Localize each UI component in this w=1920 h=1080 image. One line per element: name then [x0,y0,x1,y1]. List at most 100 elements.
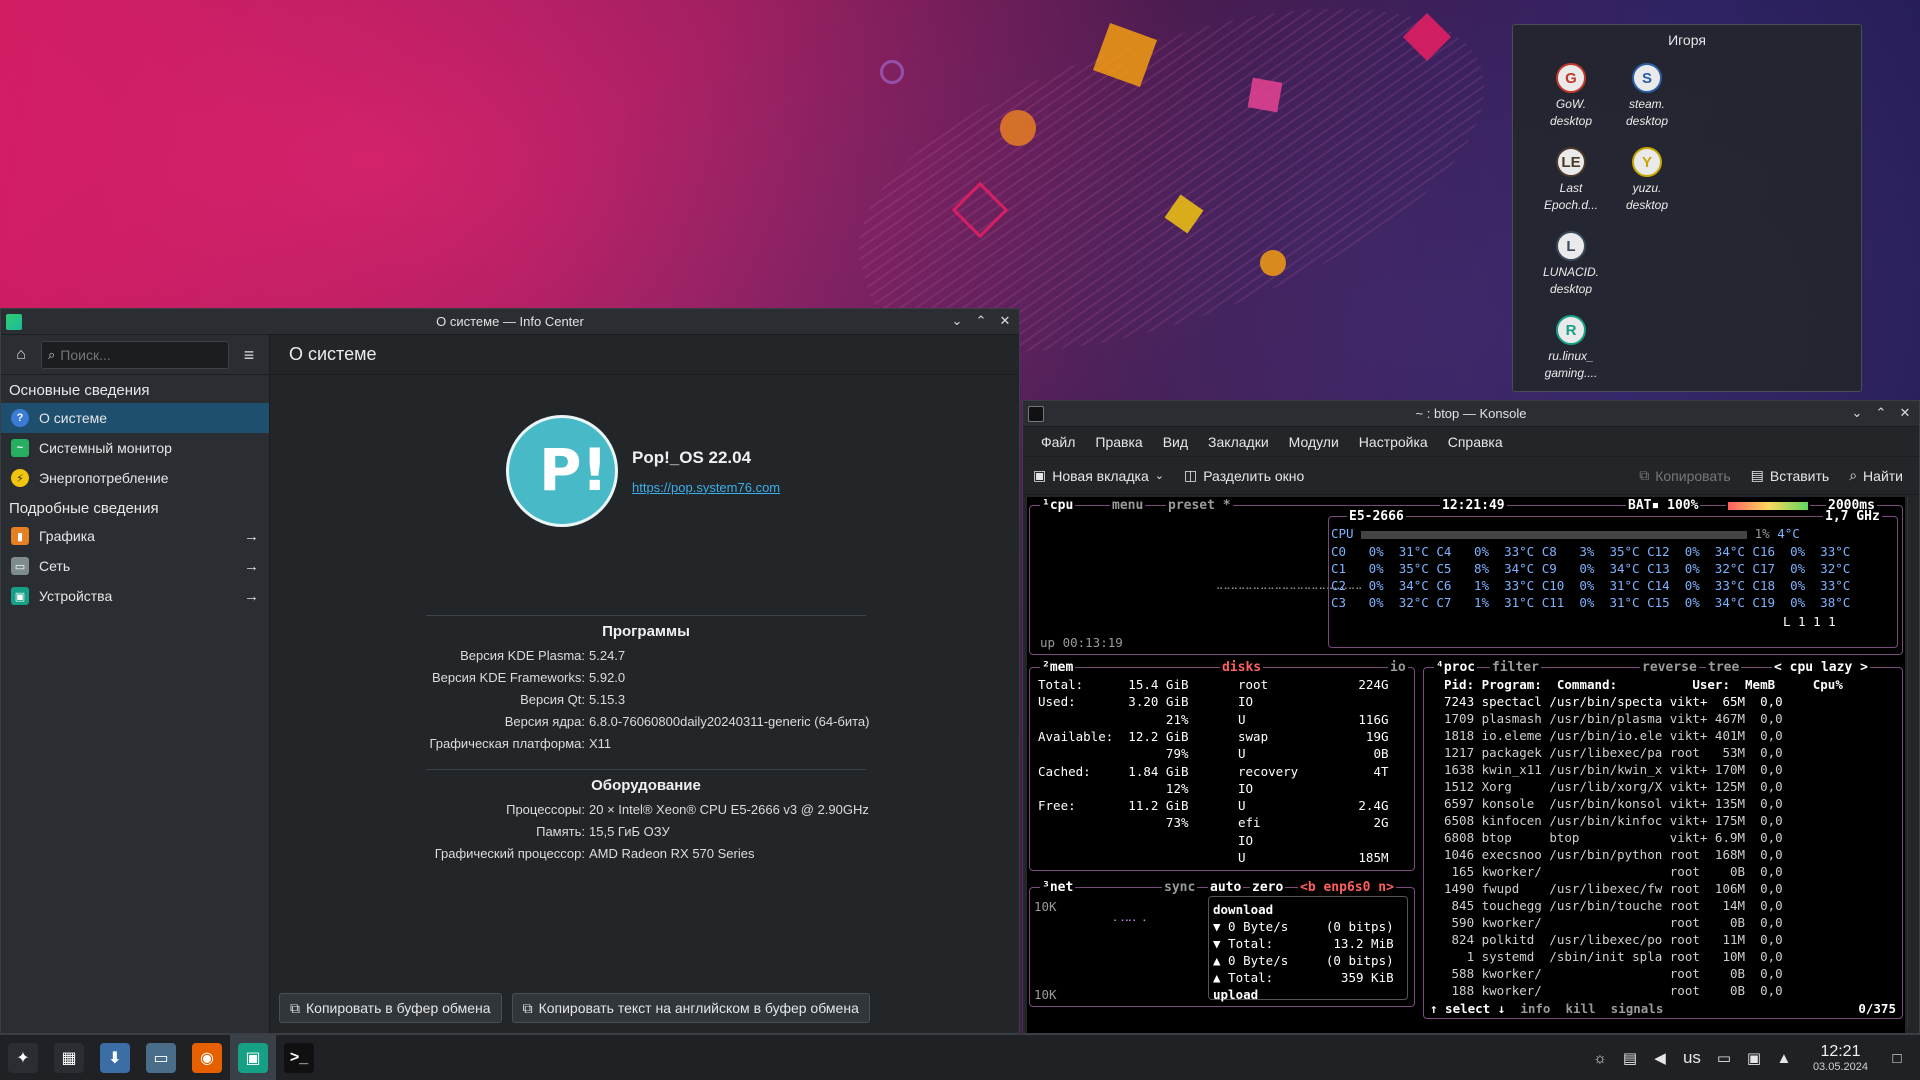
net-row: upload [1213,987,1259,1002]
terminal-scrollbar[interactable] [1907,497,1917,1029]
minimize-icon[interactable]: ⌄ [949,313,965,329]
proc-reverse[interactable]: reverse [1640,660,1699,675]
menu-plugins[interactable]: Модули [1279,434,1349,450]
show-desktop-icon[interactable]: □ [1886,1047,1908,1069]
proc-row[interactable]: 1 systemd /sbin/init spla root 10M 0,0 [1444,948,1783,965]
infocenter-button[interactable]: ▣ [230,1034,276,1080]
proc-row[interactable]: 1046 execsnoo /usr/bin/python root 168M … [1444,846,1783,863]
konsole-window[interactable]: ~ : btop — Konsole ⌄ ⌃ ✕ Файл Правка Вид… [1022,400,1920,1034]
copy-english-button[interactable]: ⧉ Копировать текст на английском в буфер… [511,993,870,1023]
menu-view[interactable]: Вид [1153,434,1198,450]
proc-signals[interactable]: signals [1611,1001,1664,1016]
proc-row[interactable]: 845 touchegg /usr/bin/touche root 14M 0,… [1444,897,1783,914]
sidebar-item-about[interactable]: ? О системе [1,403,269,433]
discover-button[interactable]: ⬇ [92,1035,138,1080]
menu-help[interactable]: Справка [1438,434,1513,450]
digital-clock[interactable]: 12:21 03.05.2024 [1803,1043,1878,1073]
folder-item[interactable]: LE Last Epoch.d... [1533,143,1609,223]
konsole-button[interactable]: >_ [276,1035,322,1080]
keyboard-layout[interactable]: us [1679,1048,1705,1068]
infocenter-titlebar[interactable]: О системе — Info Center ⌄ ⌃ ✕ [1,309,1019,335]
proc-row[interactable]: 6597 konsole /usr/bin/konsol vikt+ 135M … [1444,795,1783,812]
pager-button[interactable]: ▦ [46,1035,92,1080]
home-icon[interactable]: ⌂ [9,343,33,367]
proc-row[interactable]: 1638 kwin_x11 /usr/bin/kwin_x vikt+ 170M… [1444,761,1783,778]
folder-item[interactable]: L LUNACID. desktop [1533,227,1609,307]
folder-grid: G GoW. desktop Ssteam. desktop LE Last Epoch… [1533,59,1685,391]
sidebar-item-network[interactable]: ▭ Сеть → [1,551,269,581]
proc-info[interactable]: info [1520,1001,1550,1016]
proc-tree[interactable]: tree [1706,660,1742,675]
search-input[interactable] [60,346,211,363]
cores-row: C2 0% 34°C C6 1% 33°C C10 0% 31°C C14 0%… [1331,578,1851,593]
net-interface[interactable]: <b enp6s0 n> [1298,880,1396,895]
proc-select[interactable]: ↑ select ↓ [1430,1001,1505,1016]
sidebar-item-graphics[interactable]: ▮ Графика → [1,521,269,551]
folder-item[interactable]: G GoW. desktop [1533,59,1609,139]
menu-settings[interactable]: Настройка [1349,434,1438,450]
cpu-icon[interactable]: ▣ [1743,1047,1765,1069]
folder-item[interactable]: Rru.linux_ gaming.... [1533,311,1609,391]
net-sync[interactable]: sync [1162,880,1198,895]
new-tab-button[interactable]: ▣ Новая вкладка ⌄ [1023,467,1174,484]
maximize-icon[interactable]: ⌃ [973,313,989,329]
row-key: Версия Qt: [520,691,585,707]
menu-file[interactable]: Файл [1031,434,1085,450]
maximize-icon[interactable]: ⌃ [1873,405,1889,421]
konsole-titlebar[interactable]: ~ : btop — Konsole ⌄ ⌃ ✕ [1023,401,1919,427]
clipboard-icon[interactable]: ▤ [1619,1047,1641,1069]
copy-button[interactable]: ⧉ Копировать в буфер обмена [279,993,502,1023]
hamburger-menu-icon[interactable]: ≡ [237,343,261,367]
menu-edit[interactable]: Правка [1085,434,1152,450]
close-icon[interactable]: ✕ [997,313,1013,329]
sidebar-item-energy[interactable]: ⚡ Энергопотребление [1,463,269,493]
proc-kill[interactable]: kill [1566,1001,1596,1016]
terminal-area[interactable]: ¹cpu menu preset * 12:21:49 BAT▪ 100% 20… [1027,497,1905,1033]
split-view-button[interactable]: ◫ Разделить окно [1174,467,1314,484]
folder-item[interactable]: Yyuzu. desktop [1609,143,1685,223]
proc-row[interactable]: 6508 kinfocen /usr/bin/kinfoc vikt+ 175M… [1444,812,1783,829]
distro-url-link[interactable]: https://pop.system76.com [632,480,780,495]
proc-row[interactable]: 588 kworker/ root 0B 0,0 [1444,965,1783,982]
proc-row[interactable]: 590 kworker/ root 0B 0,0 [1444,914,1783,931]
find-button[interactable]: ⌕ Найти [1839,467,1913,484]
proc-row[interactable]: 6808 btop btop vikt+ 6.9M 0,0 [1444,829,1783,846]
proc-sort-mode[interactable]: < cpu lazy > [1772,660,1870,675]
net-zero[interactable]: zero [1250,880,1286,895]
proc-row[interactable]: 1490 fwupd /usr/libexec/fw root 106M 0,0 [1444,880,1783,897]
close-icon[interactable]: ✕ [1897,405,1913,421]
tray-expand-icon[interactable]: ▲ [1773,1047,1795,1069]
sidebar-item-system-monitor[interactable]: ~ Системный монитор [1,433,269,463]
proc-row[interactable]: 1512 Xorg /usr/lib/xorg/X vikt+ 125M 0,0 [1444,778,1783,795]
proc-row[interactable]: 188 kworker/ root 0B 0,0 [1444,982,1783,999]
copy-button[interactable]: ⧉ Копировать [1629,467,1740,484]
gow-icon: G [1556,63,1586,93]
proc-filter[interactable]: filter [1490,660,1541,675]
search-field[interactable]: ⌕ [41,340,229,369]
menu-bookmarks[interactable]: Закладки [1198,434,1279,450]
sidebar-item-devices[interactable]: ▣ Устройства → [1,581,269,611]
folder-item[interactable]: Ssteam. desktop [1609,59,1685,139]
proc-row[interactable]: 1818 io.eleme /usr/bin/io.ele vikt+ 401M… [1444,727,1783,744]
volume-icon[interactable]: ◀ [1649,1047,1671,1069]
infocenter-window[interactable]: О системе — Info Center ⌄ ⌃ ✕ ⌂ ⌕ ≡ Осно… [0,308,1020,1034]
proc-row[interactable]: 165 kworker/ root 0B 0,0 [1444,863,1783,880]
preset-label[interactable]: preset * [1166,498,1233,513]
proc-row[interactable]: 7243 spectacl /usr/bin/specta vikt+ 65M … [1444,693,1783,710]
proc-row[interactable]: 1709 plasmash /usr/bin/plasma vikt+ 467M… [1444,710,1783,727]
launcher-button[interactable]: ✦ [0,1035,46,1080]
net-auto[interactable]: auto [1208,880,1244,895]
proc-row[interactable]: 1217 packagek /usr/libexec/pa root 53M 0… [1444,744,1783,761]
separator [426,769,866,770]
minimize-icon[interactable]: ⌄ [1849,405,1865,421]
display-icon[interactable]: ▭ [1713,1047,1735,1069]
paste-button[interactable]: ▤ Вставить [1741,467,1840,484]
proc-row[interactable]: 824 polkitd /usr/libexec/po root 11M 0,0 [1444,931,1783,948]
menu-label[interactable]: menu [1110,498,1146,513]
net-row: ▲ 0 Byte/s (0 bitps) [1213,953,1394,968]
folder-view-widget[interactable]: Игоря G GoW. desktop Ssteam. desktop LE Last… [1512,24,1862,392]
notifications-icon[interactable]: ☼ [1589,1047,1611,1069]
chevron-down-icon[interactable]: ⌄ [1155,469,1164,482]
firefox-button[interactable]: ◉ [184,1035,230,1080]
files-button[interactable]: ▭ [138,1035,184,1080]
